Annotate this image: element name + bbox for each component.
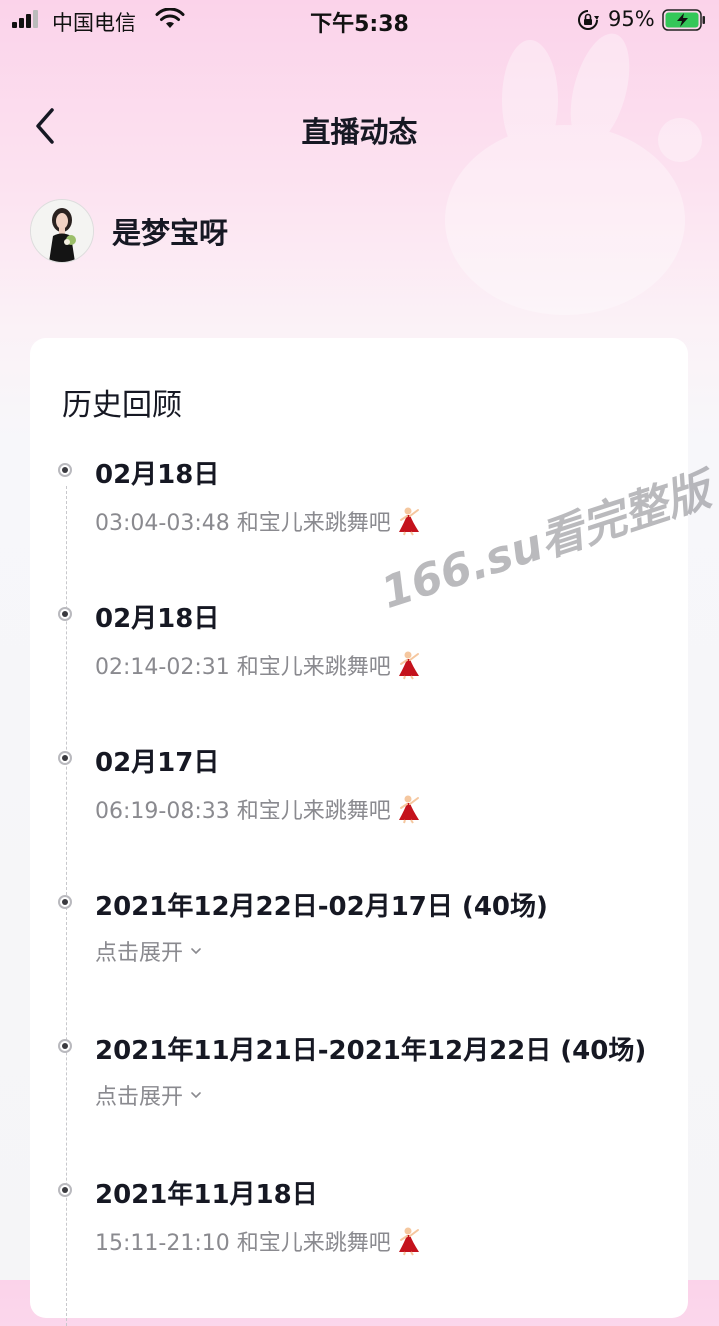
avatar[interactable] [30,199,94,263]
entry-date: 2021年11月18日 [95,1180,318,1210]
expand-toggle[interactable]: 点击展开 [95,1079,201,1111]
entry-detail: 03:04-03:48 和宝儿来跳舞吧 [95,505,423,537]
battery-charging-icon [662,9,705,31]
entry-detail: 02:14-02:31 和宝儿来跳舞吧 [95,649,423,681]
entry-detail-text: 02:14-02:31 和宝儿来跳舞吧 [95,655,391,680]
expand-label: 点击展开 [95,941,184,966]
history-card: 历史回顾 02月18日 03:04-03:48 和宝儿来跳舞吧 02月18日 0… [30,338,688,1326]
expand-label: 点击展开 [95,1085,184,1110]
battery-percent: 95% [608,7,655,31]
rotation-lock-icon [578,10,599,30]
bunny-decoration-icon [445,33,702,315]
chevron-down-icon [191,1092,201,1099]
timeline-dot [58,751,72,765]
dancer-emoji-icon [398,651,419,680]
timeline-dot [58,1039,72,1053]
entry-date: 02月17日 [95,748,220,778]
entry-detail: 15:11-21:10 和宝儿来跳舞吧 [95,1225,423,1257]
entry-date: 02月18日 [95,460,220,490]
timeline-dot [58,895,72,909]
username[interactable]: 是梦宝呀 [112,210,228,252]
page-title: 直播动态 [301,115,418,149]
dancer-emoji-icon [398,507,419,536]
entry-detail: 06:19-08:33 和宝儿来跳舞吧 [95,793,423,825]
entry-detail-text: 06:19-08:33 和宝儿来跳舞吧 [95,799,391,824]
timeline-dot [58,463,72,477]
timeline-dot [58,607,72,621]
chevron-down-icon [191,948,201,955]
entry-detail-text: 15:11-21:10 和宝儿来跳舞吧 [95,1231,391,1256]
entry-date-range: 2021年12月22日-02月17日 (40场) [95,892,548,922]
timeline-dot [58,1183,72,1197]
expand-toggle[interactable]: 点击展开 [95,935,201,967]
entry-date: 02月18日 [95,604,220,634]
entry-date-range: 2021年11月21日-2021年12月22日 (40场) [95,1036,647,1066]
section-title: 历史回顾 [62,388,182,423]
entry-detail-text: 03:04-03:48 和宝儿来跳舞吧 [95,511,391,536]
dancer-emoji-icon [398,1227,419,1256]
avatar-image [31,200,93,262]
dancer-emoji-icon [398,795,419,824]
